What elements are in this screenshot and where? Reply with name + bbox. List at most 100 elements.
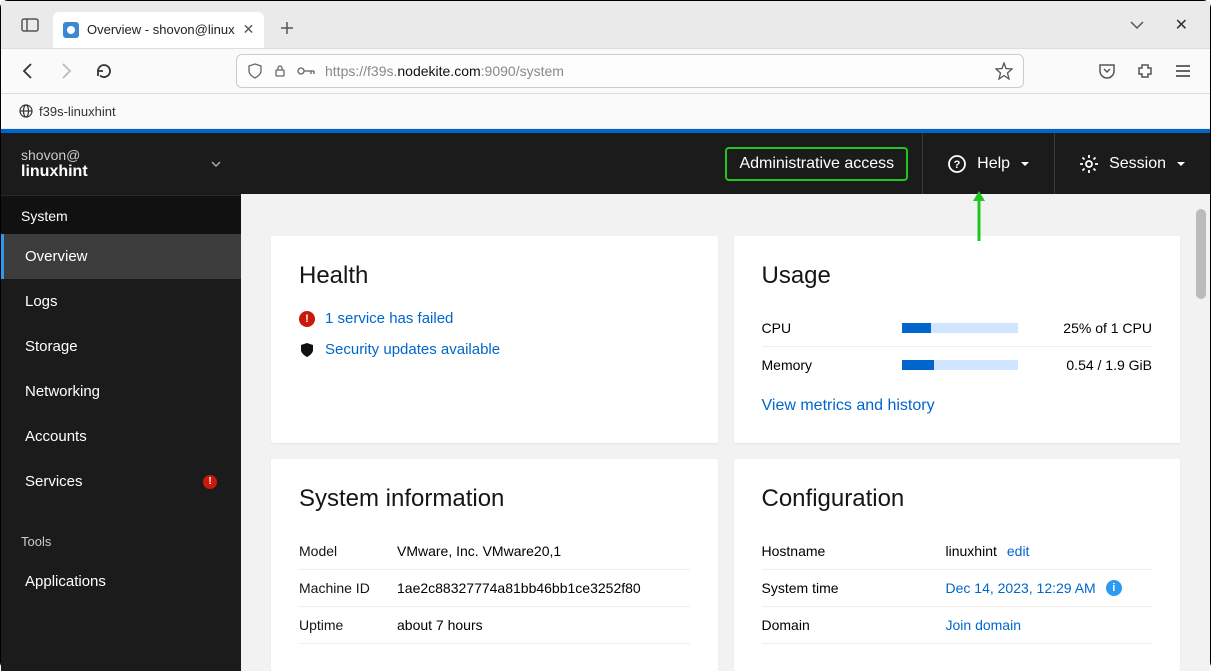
reload-button[interactable]: [95, 62, 113, 80]
bookmark-label: f39s-linuxhint: [39, 104, 116, 119]
cfg-row-domain: Domain Join domain: [762, 607, 1153, 644]
gear-icon: [1079, 154, 1099, 174]
sidebar-section-system: System: [1, 196, 241, 234]
usage-row-memory: Memory 0.54 / 1.9 GiB: [762, 346, 1153, 383]
info-value: about 7 hours: [397, 617, 483, 633]
sidebar-item-accounts[interactable]: Accounts: [1, 414, 241, 459]
cpu-value: 25% of 1 CPU: [1063, 320, 1152, 336]
session-menu[interactable]: Session: [1054, 133, 1210, 194]
systime-link[interactable]: Dec 14, 2023, 12:29 AM: [946, 580, 1096, 596]
url-text: https://f39s.nodekite.com:9090/system: [325, 63, 564, 79]
bookmark-star-icon[interactable]: [995, 62, 1013, 80]
health-title: Health: [299, 262, 690, 290]
sidebar-item-logs[interactable]: Logs: [1, 279, 241, 324]
info-icon[interactable]: i: [1106, 580, 1122, 596]
shield-icon: [247, 63, 263, 79]
sidebar-item-label: Services: [25, 473, 83, 490]
sidebar-item-label: Accounts: [25, 428, 87, 445]
admin-access-button[interactable]: Administrative access: [725, 147, 908, 181]
info-label: Machine ID: [299, 580, 397, 596]
caret-down-icon: [1176, 161, 1186, 167]
tabs-dropdown-icon[interactable]: [1129, 20, 1145, 30]
back-button[interactable]: [19, 62, 37, 80]
config-title: Configuration: [762, 485, 1153, 513]
topbar: Administrative access ? Help Session: [241, 129, 1210, 194]
sysinfo-title: System information: [299, 485, 690, 513]
memory-label: Memory: [762, 357, 902, 373]
browser-chrome: Overview - shovon@linux ✕ ✕ https://f39s…: [1, 1, 1210, 129]
cfg-label: Domain: [762, 617, 946, 633]
user-host: linuxhint: [21, 163, 88, 181]
sidebar-item-label: Overview: [25, 248, 88, 265]
sidebar-item-services[interactable]: Services!: [1, 459, 241, 504]
help-icon: ?: [947, 154, 967, 174]
tab-bar: Overview - shovon@linux ✕ ✕: [1, 1, 1210, 48]
main-area: Administrative access ? Help Session Hea…: [241, 129, 1210, 671]
sidebar-item-storage[interactable]: Storage: [1, 324, 241, 369]
sidebar-item-overview[interactable]: Overview: [1, 234, 241, 279]
browser-tab[interactable]: Overview - shovon@linux ✕: [53, 12, 264, 48]
window-close-button[interactable]: ✕: [1175, 15, 1188, 35]
health-card: Health ! 1 service has failed Security u…: [271, 236, 718, 443]
info-row-uptime: Uptimeabout 7 hours: [299, 607, 690, 644]
sidebar-section-tools: Tools: [1, 522, 241, 559]
sidebar: shovon@ linuxhint System Overview Logs S…: [1, 129, 241, 671]
new-tab-button[interactable]: [272, 13, 302, 43]
sidebar-item-applications[interactable]: Applications: [1, 559, 241, 604]
caret-down-icon: [211, 161, 221, 167]
url-box[interactable]: https://f39s.nodekite.com:9090/system: [236, 54, 1024, 88]
view-metrics-link[interactable]: View metrics and history: [762, 397, 935, 414]
sidebar-item-label: Applications: [25, 573, 106, 590]
tab-close-button[interactable]: ✕: [243, 21, 255, 38]
usage-title: Usage: [762, 262, 1153, 290]
security-shield-icon: [299, 342, 315, 358]
cpu-label: CPU: [762, 320, 902, 336]
edit-hostname-link[interactable]: edit: [1007, 543, 1030, 559]
cfg-label: System time: [762, 580, 946, 596]
sidebar-item-networking[interactable]: Networking: [1, 369, 241, 414]
error-icon: !: [299, 311, 315, 327]
help-label: Help: [977, 155, 1010, 173]
info-label: Model: [299, 543, 397, 559]
failed-services-link[interactable]: 1 service has failed: [325, 310, 453, 327]
admin-access-label: Administrative access: [739, 155, 894, 172]
pocket-icon[interactable]: [1098, 62, 1116, 80]
sidebar-item-label: Networking: [25, 383, 100, 400]
sidebar-item-label: Logs: [25, 293, 58, 310]
cockpit-app: shovon@ linuxhint System Overview Logs S…: [1, 129, 1210, 671]
usage-card: Usage CPU 25% of 1 CPU Memory 0.54 / 1.9…: [734, 236, 1181, 443]
tab-favicon-icon: [63, 22, 79, 38]
hamburger-menu-icon[interactable]: [1174, 62, 1192, 80]
security-updates-link[interactable]: Security updates available: [325, 341, 500, 358]
sidebar-item-label: Storage: [25, 338, 78, 355]
memory-value: 0.54 / 1.9 GiB: [1066, 357, 1152, 373]
forward-button[interactable]: [57, 62, 75, 80]
user-at: shovon@: [21, 147, 88, 163]
config-card: Configuration Hostname linuxhint edit Sy…: [734, 459, 1181, 671]
scrollbar[interactable]: [1196, 209, 1206, 299]
bookmark-bar[interactable]: f39s-linuxhint: [1, 94, 1210, 128]
key-icon: [297, 66, 315, 76]
info-value: VMware, Inc. VMware20,1: [397, 543, 561, 559]
content-grid: Health ! 1 service has failed Security u…: [241, 194, 1210, 671]
help-menu[interactable]: ? Help: [922, 133, 1054, 194]
user-switcher[interactable]: shovon@ linuxhint: [1, 129, 241, 196]
session-label: Session: [1109, 155, 1166, 173]
sidebar-toggle-icon[interactable]: [15, 10, 45, 40]
lock-icon: [273, 64, 287, 78]
cpu-bar: [902, 323, 1018, 333]
address-bar: https://f39s.nodekite.com:9090/system: [1, 48, 1210, 94]
caret-down-icon: [1020, 161, 1030, 167]
usage-row-cpu: CPU 25% of 1 CPU: [762, 310, 1153, 346]
globe-icon: [19, 104, 33, 118]
cfg-row-systime: System time Dec 14, 2023, 12:29 AM i: [762, 570, 1153, 607]
join-domain-link[interactable]: Join domain: [946, 617, 1022, 633]
info-row-model: ModelVMware, Inc. VMware20,1: [299, 533, 690, 570]
alert-badge-icon: !: [203, 475, 217, 489]
extensions-icon[interactable]: [1136, 62, 1154, 80]
hostname-value: linuxhint: [946, 543, 997, 559]
svg-text:?: ?: [954, 159, 961, 171]
tab-title: Overview - shovon@linux: [87, 22, 235, 37]
memory-bar: [902, 360, 1018, 370]
info-row-machineid: Machine ID1ae2c88327774a81bb46bb1ce3252f…: [299, 570, 690, 607]
